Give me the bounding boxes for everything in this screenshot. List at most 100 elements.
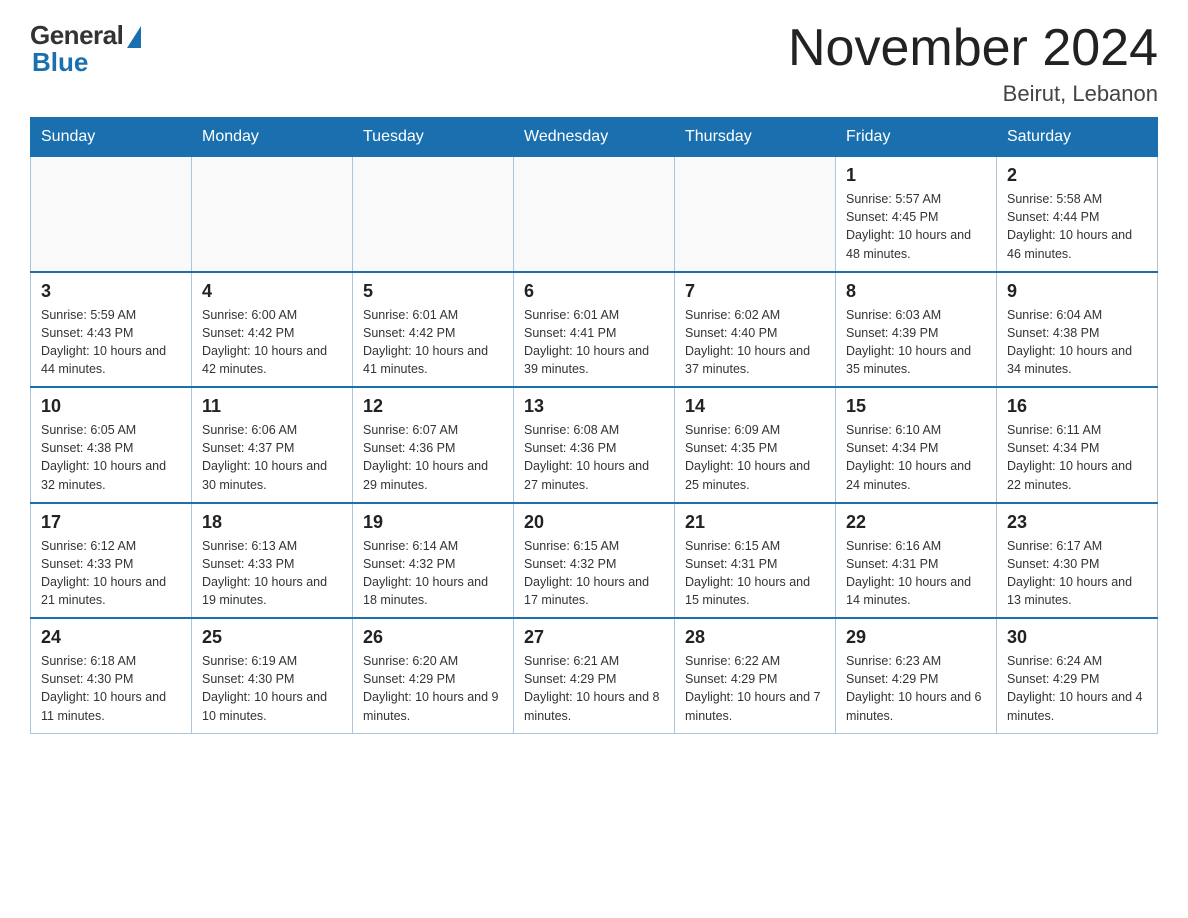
calendar-day-cell: 2 Sunrise: 5:58 AMSunset: 4:44 PMDaylight… [997,157,1158,272]
day-number: 10 [41,396,181,417]
day-number: 25 [202,627,342,648]
calendar-day-cell: 18 Sunrise: 6:13 AMSunset: 4:33 PMDayligh… [192,503,353,619]
day-number: 23 [1007,512,1147,533]
day-info: Sunrise: 6:23 AMSunset: 4:29 PMDaylight:… [846,652,986,725]
day-info: Sunrise: 6:14 AMSunset: 4:32 PMDaylight:… [363,537,503,610]
day-number: 12 [363,396,503,417]
weekday-header-monday: Monday [192,118,353,157]
calendar-day-cell: 12 Sunrise: 6:07 AMSunset: 4:36 PMDayligh… [353,387,514,503]
day-info: Sunrise: 5:57 AMSunset: 4:45 PMDaylight:… [846,190,986,263]
calendar-day-cell [514,157,675,272]
title-block: November 2024 Beirut, Lebanon [788,20,1158,107]
calendar-day-cell: 11Sunrise: 6:06 AMSunset: 4:37 PMDayligh… [192,387,353,503]
day-number: 16 [1007,396,1147,417]
day-number: 14 [685,396,825,417]
calendar-day-cell: 22Sunrise: 6:16 AMSunset: 4:31 PMDayligh… [836,503,997,619]
day-number: 20 [524,512,664,533]
day-number: 17 [41,512,181,533]
calendar-day-cell: 13 Sunrise: 6:08 AMSunset: 4:36 PMDayligh… [514,387,675,503]
day-info: Sunrise: 6:01 AMSunset: 4:42 PMDaylight:… [363,306,503,379]
weekday-header-sunday: Sunday [31,118,192,157]
calendar-day-cell: 17 Sunrise: 6:12 AMSunset: 4:33 PMDayligh… [31,503,192,619]
calendar-day-cell: 6Sunrise: 6:01 AMSunset: 4:41 PMDaylight… [514,272,675,388]
page-header: General Blue November 2024 Beirut, Leban… [30,20,1158,107]
day-info: Sunrise: 6:15 AMSunset: 4:32 PMDaylight:… [524,537,664,610]
calendar-day-cell: 10 Sunrise: 6:05 AMSunset: 4:38 PMDayligh… [31,387,192,503]
day-info: Sunrise: 6:09 AMSunset: 4:35 PMDaylight:… [685,421,825,494]
day-number: 30 [1007,627,1147,648]
calendar-day-cell: 30 Sunrise: 6:24 AMSunset: 4:29 PMDayligh… [997,618,1158,733]
calendar-week-row: 24Sunrise: 6:18 AMSunset: 4:30 PMDayligh… [31,618,1158,733]
day-number: 5 [363,281,503,302]
calendar-day-cell: 20 Sunrise: 6:15 AMSunset: 4:32 PMDayligh… [514,503,675,619]
calendar-day-cell: 14 Sunrise: 6:09 AMSunset: 4:35 PMDayligh… [675,387,836,503]
day-info: Sunrise: 6:24 AMSunset: 4:29 PMDaylight:… [1007,652,1147,725]
calendar-day-cell: 15 Sunrise: 6:10 AMSunset: 4:34 PMDayligh… [836,387,997,503]
day-info: Sunrise: 6:21 AMSunset: 4:29 PMDaylight:… [524,652,664,725]
calendar-day-cell: 9 Sunrise: 6:04 AMSunset: 4:38 PMDaylight… [997,272,1158,388]
day-number: 9 [1007,281,1147,302]
day-info: Sunrise: 6:13 AMSunset: 4:33 PMDaylight:… [202,537,342,610]
day-number: 15 [846,396,986,417]
day-number: 19 [363,512,503,533]
day-info: Sunrise: 6:07 AMSunset: 4:36 PMDaylight:… [363,421,503,494]
calendar-day-cell: 24Sunrise: 6:18 AMSunset: 4:30 PMDayligh… [31,618,192,733]
logo: General Blue [30,20,141,78]
calendar-day-cell: 29 Sunrise: 6:23 AMSunset: 4:29 PMDayligh… [836,618,997,733]
calendar-day-cell: 3 Sunrise: 5:59 AMSunset: 4:43 PMDaylight… [31,272,192,388]
calendar-day-cell [675,157,836,272]
day-number: 6 [524,281,664,302]
calendar-day-cell: 25 Sunrise: 6:19 AMSunset: 4:30 PMDayligh… [192,618,353,733]
day-number: 11 [202,396,342,417]
calendar-day-cell: 27 Sunrise: 6:21 AMSunset: 4:29 PMDayligh… [514,618,675,733]
calendar-day-cell: 23 Sunrise: 6:17 AMSunset: 4:30 PMDayligh… [997,503,1158,619]
calendar-week-row: 17 Sunrise: 6:12 AMSunset: 4:33 PMDayligh… [31,503,1158,619]
day-info: Sunrise: 6:02 AMSunset: 4:40 PMDaylight:… [685,306,825,379]
day-info: Sunrise: 6:18 AMSunset: 4:30 PMDaylight:… [41,652,181,725]
day-number: 8 [846,281,986,302]
day-info: Sunrise: 5:59 AMSunset: 4:43 PMDaylight:… [41,306,181,379]
day-info: Sunrise: 5:58 AMSunset: 4:44 PMDaylight:… [1007,190,1147,263]
calendar-day-cell: 5 Sunrise: 6:01 AMSunset: 4:42 PMDaylight… [353,272,514,388]
calendar-table: SundayMondayTuesdayWednesdayThursdayFrid… [30,117,1158,734]
day-info: Sunrise: 6:00 AMSunset: 4:42 PMDaylight:… [202,306,342,379]
day-info: Sunrise: 6:17 AMSunset: 4:30 PMDaylight:… [1007,537,1147,610]
calendar-day-cell: 28Sunrise: 6:22 AMSunset: 4:29 PMDayligh… [675,618,836,733]
day-info: Sunrise: 6:12 AMSunset: 4:33 PMDaylight:… [41,537,181,610]
day-number: 26 [363,627,503,648]
calendar-day-cell [192,157,353,272]
day-info: Sunrise: 6:11 AMSunset: 4:34 PMDaylight:… [1007,421,1147,494]
calendar-day-cell: 7Sunrise: 6:02 AMSunset: 4:40 PMDaylight… [675,272,836,388]
logo-triangle-icon [127,26,141,48]
day-number: 1 [846,165,986,186]
day-number: 13 [524,396,664,417]
weekday-header-tuesday: Tuesday [353,118,514,157]
calendar-day-cell: 26 Sunrise: 6:20 AMSunset: 4:29 PMDayligh… [353,618,514,733]
weekday-header-saturday: Saturday [997,118,1158,157]
day-number: 4 [202,281,342,302]
location-subtitle: Beirut, Lebanon [788,81,1158,107]
calendar-week-row: 3 Sunrise: 5:59 AMSunset: 4:43 PMDaylight… [31,272,1158,388]
day-number: 22 [846,512,986,533]
day-number: 18 [202,512,342,533]
day-number: 2 [1007,165,1147,186]
calendar-day-cell: 4 Sunrise: 6:00 AMSunset: 4:42 PMDaylight… [192,272,353,388]
day-info: Sunrise: 6:22 AMSunset: 4:29 PMDaylight:… [685,652,825,725]
calendar-day-cell [353,157,514,272]
day-info: Sunrise: 6:05 AMSunset: 4:38 PMDaylight:… [41,421,181,494]
day-number: 29 [846,627,986,648]
day-number: 3 [41,281,181,302]
day-number: 27 [524,627,664,648]
calendar-week-row: 10 Sunrise: 6:05 AMSunset: 4:38 PMDayligh… [31,387,1158,503]
day-info: Sunrise: 6:08 AMSunset: 4:36 PMDaylight:… [524,421,664,494]
day-info: Sunrise: 6:15 AMSunset: 4:31 PMDaylight:… [685,537,825,610]
day-info: Sunrise: 6:10 AMSunset: 4:34 PMDaylight:… [846,421,986,494]
day-info: Sunrise: 6:20 AMSunset: 4:29 PMDaylight:… [363,652,503,725]
weekday-header-row: SundayMondayTuesdayWednesdayThursdayFrid… [31,118,1158,157]
day-info: Sunrise: 6:04 AMSunset: 4:38 PMDaylight:… [1007,306,1147,379]
calendar-week-row: 1 Sunrise: 5:57 AMSunset: 4:45 PMDaylight… [31,157,1158,272]
calendar-day-cell: 8Sunrise: 6:03 AMSunset: 4:39 PMDaylight… [836,272,997,388]
day-info: Sunrise: 6:19 AMSunset: 4:30 PMDaylight:… [202,652,342,725]
weekday-header-thursday: Thursday [675,118,836,157]
calendar-day-cell: 21Sunrise: 6:15 AMSunset: 4:31 PMDayligh… [675,503,836,619]
